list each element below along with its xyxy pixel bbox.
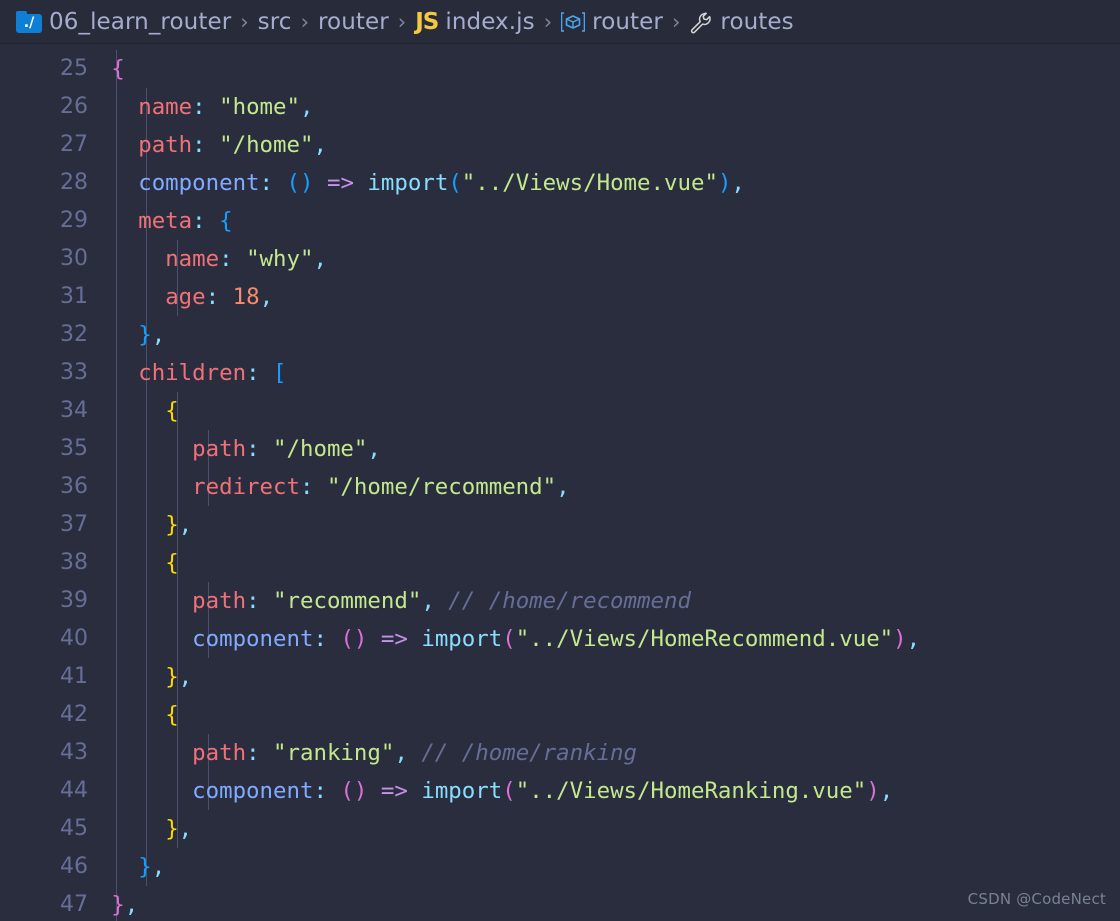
folder-root-icon: ./ <box>16 10 42 33</box>
code-line[interactable]: path: "ranking", // /home/ranking <box>84 734 637 772</box>
breadcrumb-label-router-dir: router <box>317 8 389 35</box>
watermark: CSDN @CodeNect <box>967 890 1106 908</box>
code-content[interactable]: { name: "home", path: "/home", component… <box>0 44 1120 921</box>
code-line[interactable]: }, <box>84 658 192 696</box>
breadcrumb-label-routes: routes <box>720 8 794 35</box>
code-editor[interactable]: 25 26 27 28 29 30 31 32 33 34 35 36 37 38 39 40 41 42 43 44… <box>0 44 1120 921</box>
code-line[interactable]: { <box>84 696 178 734</box>
breadcrumb-separator: › <box>240 9 249 34</box>
breadcrumb-label-folder: 06_learn_router <box>49 8 232 35</box>
code-line[interactable]: path: "/home", <box>84 430 381 468</box>
breadcrumb: ./ 06_learn_router › src › router › JS i… <box>0 0 1120 44</box>
breadcrumb-item-routes[interactable]: routes <box>689 8 794 35</box>
code-line[interactable]: component: () => import("../Views/HomeRa… <box>84 772 893 810</box>
code-line[interactable]: name: "why", <box>84 240 327 278</box>
breadcrumb-item-folder[interactable]: ./ 06_learn_router <box>16 9 231 35</box>
code-line[interactable]: { <box>84 544 178 582</box>
code-line[interactable]: component: () => import("../Views/HomeRe… <box>84 620 920 658</box>
code-line[interactable]: }, <box>84 316 165 354</box>
code-line[interactable]: }, <box>84 810 192 848</box>
code-line[interactable]: age: 18, <box>84 278 273 316</box>
breadcrumb-label-router-symbol: router <box>592 8 663 35</box>
code-line[interactable]: { <box>84 392 178 430</box>
breadcrumb-item-router-dir[interactable]: router <box>318 9 389 35</box>
js-file-icon: JS <box>415 8 439 35</box>
breadcrumb-separator: › <box>397 9 407 34</box>
breadcrumb-label-src: src <box>257 8 292 35</box>
breadcrumb-separator: › <box>671 9 681 34</box>
breadcrumb-separator: › <box>300 9 309 34</box>
code-line[interactable]: }, <box>84 886 138 921</box>
module-symbol-icon <box>561 11 586 33</box>
code-line[interactable]: name: "home", <box>84 88 313 126</box>
code-line[interactable]: meta: { <box>84 202 232 240</box>
code-line[interactable]: }, <box>84 848 165 886</box>
breadcrumb-item-src[interactable]: src <box>258 9 292 35</box>
breadcrumb-label-indexjs: index.js <box>445 8 535 35</box>
code-line[interactable]: }, <box>84 506 192 544</box>
property-wrench-icon <box>689 11 713 35</box>
code-line[interactable]: children: [ <box>84 354 286 392</box>
code-line[interactable]: { <box>84 50 124 88</box>
code-line[interactable]: path: "recommend", // /home/recommend <box>84 582 691 620</box>
code-line[interactable]: redirect: "/home/recommend", <box>84 468 569 506</box>
code-line[interactable]: component: () => import("../Views/Home.v… <box>84 164 745 202</box>
code-line[interactable]: path: "/home", <box>84 126 327 164</box>
breadcrumb-separator: › <box>543 9 553 34</box>
breadcrumb-item-indexjs[interactable]: JS index.js <box>415 9 535 35</box>
breadcrumb-item-router-symbol[interactable]: router <box>561 9 663 35</box>
